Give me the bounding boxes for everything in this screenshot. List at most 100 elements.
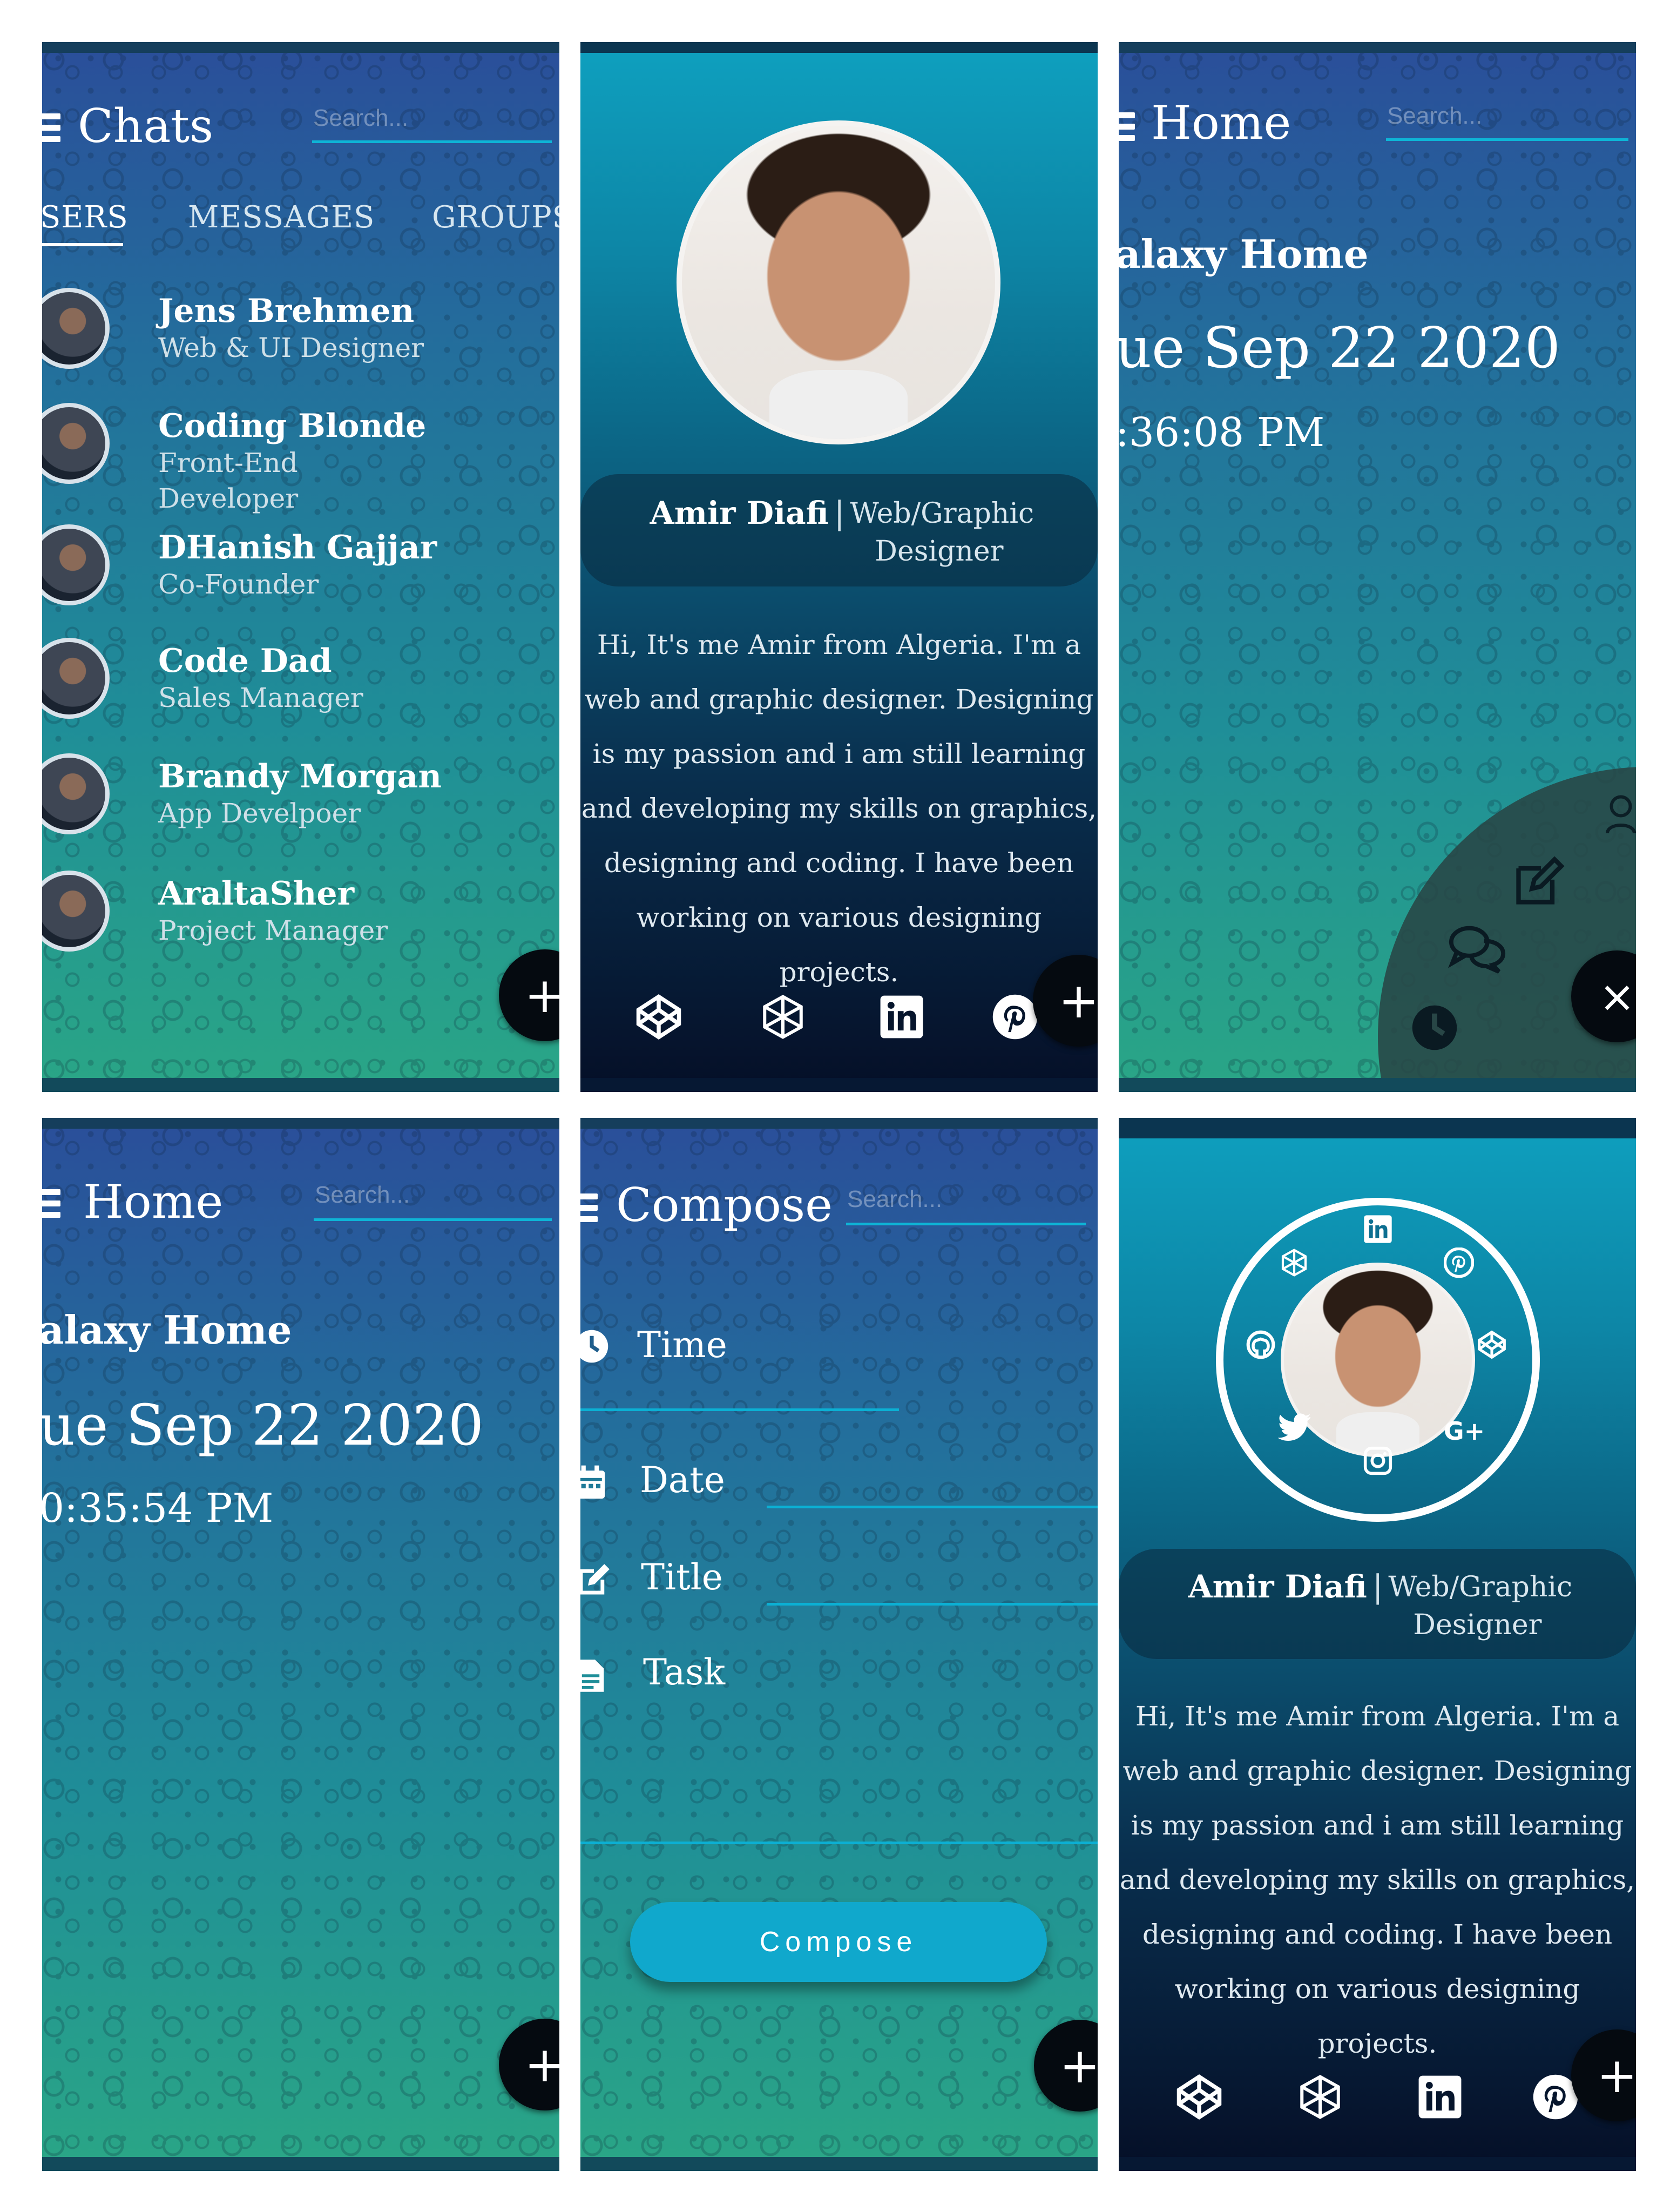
contact-item[interactable]: DHanish Gajjar Co-Founder	[42, 524, 559, 627]
contact-name: DHanish Gajjar	[158, 529, 437, 567]
chat-icon[interactable]	[1448, 921, 1507, 977]
github-icon[interactable]	[1242, 1330, 1280, 1367]
add-button[interactable]: +	[1034, 2020, 1098, 2112]
nav-bar	[580, 1078, 1098, 1092]
linkedin-icon[interactable]	[1410, 2067, 1470, 2127]
page-title: Chats	[78, 99, 214, 153]
contact-item[interactable]: Coding Blonde Front-End Developer	[42, 403, 559, 514]
contact-role: App Develpoer	[158, 798, 361, 829]
contact-role: Co-Founder	[158, 569, 319, 600]
status-bar	[42, 42, 559, 53]
home-time: 0:35:54 PM	[42, 1485, 274, 1532]
nav-bar	[42, 2157, 559, 2171]
pinterest-icon[interactable]	[1440, 1247, 1478, 1285]
status-bar	[1119, 42, 1636, 53]
profile-ring-screen: G+ Amir Diafi | Web/Graphic Designer Hi, I…	[1119, 1118, 1636, 2171]
google-plus-icon[interactable]: G+	[1440, 1412, 1489, 1450]
status-bar	[580, 1118, 1098, 1129]
avatar	[42, 638, 110, 719]
user-icon[interactable]	[1605, 793, 1636, 844]
date-field[interactable]	[767, 1506, 1098, 1508]
search-input[interactable]	[1386, 94, 1628, 141]
home-menu-screen: Home alaxy Home ue Sep 22 2020 :36:08 PM…	[1119, 42, 1636, 1092]
task-field[interactable]	[580, 1842, 1098, 1844]
menu-icon[interactable]	[1119, 112, 1135, 144]
menu-icon[interactable]	[42, 1189, 60, 1220]
profile-name-card: Amir Diafi | Web/Graphic Designer	[580, 474, 1098, 586]
tab-active-indicator	[42, 243, 123, 246]
add-button[interactable]: +	[499, 2019, 559, 2110]
twitter-icon[interactable]	[1275, 1412, 1313, 1450]
profile-role: Web/Graphic Designer	[850, 497, 1034, 568]
nav-bar	[1119, 2157, 1636, 2171]
hexagon-icon[interactable]	[1290, 2067, 1350, 2127]
contact-role: Web & UI Designer	[158, 332, 424, 363]
contact-role: Front-End Developer	[158, 447, 299, 514]
codepen-icon[interactable]	[1473, 1330, 1511, 1367]
calendar-icon	[580, 1465, 606, 1508]
contact-role: Project Manager	[158, 915, 388, 946]
menu-icon[interactable]	[42, 113, 60, 145]
profile-bio: Hi, It's me Amir from Algeria. I'm a web…	[1119, 1701, 1635, 2059]
time-field-label: Time	[637, 1324, 727, 1366]
codepen-icon[interactable]	[629, 987, 688, 1047]
tab-users[interactable]: SERS	[42, 200, 129, 235]
task-field-label: Task	[643, 1651, 726, 1693]
compose-screen: Compose Time Date Title Task Compose +	[580, 1118, 1098, 2171]
contact-item[interactable]: Jens Brehmen Web & UI Designer	[42, 288, 559, 390]
instagram-icon[interactable]	[1359, 1446, 1397, 1483]
search-input[interactable]	[846, 1176, 1086, 1225]
contact-item[interactable]: Code Dad Sales Manager	[42, 638, 559, 740]
date-field-label: Date	[640, 1459, 725, 1501]
home-heading: alaxy Home	[1119, 231, 1369, 277]
home-time: :36:08 PM	[1119, 409, 1325, 456]
profile-screen: Amir Diafi | Web/Graphic Designer Hi, It's…	[580, 42, 1098, 1092]
profile-name-card: Amir Diafi | Web/Graphic Designer	[1119, 1549, 1636, 1659]
title-field[interactable]	[767, 1603, 1098, 1606]
compose-button[interactable]: Compose	[630, 1902, 1047, 1982]
search-input[interactable]	[314, 1172, 552, 1221]
hexagon-icon[interactable]	[1275, 1247, 1313, 1285]
chats-screen: Chats SERS MESSAGES GROUPS Jens Brehmen …	[42, 42, 559, 1092]
profile-bio: Hi, It's me Amir from Algeria. I'm a web…	[581, 629, 1097, 988]
contact-name: AraltaSher	[158, 875, 355, 913]
page-title: Home	[1151, 96, 1291, 150]
menu-icon[interactable]	[580, 1193, 598, 1225]
contact-name: Brandy Morgan	[158, 758, 442, 795]
avatar	[42, 753, 110, 834]
nav-bar	[42, 1078, 559, 1092]
page-title: Home	[83, 1175, 224, 1229]
document-icon	[580, 1658, 605, 1702]
home-date: ue Sep 22 2020	[42, 1392, 484, 1458]
clock-icon	[580, 1328, 610, 1372]
contact-name: Coding Blonde	[158, 407, 427, 445]
profile-role: Web/Graphic Designer	[1388, 1571, 1573, 1641]
hexagon-icon[interactable]	[753, 987, 813, 1047]
contact-role: Sales Manager	[158, 682, 363, 713]
home-heading: alaxy Home	[42, 1307, 292, 1353]
home-screen: Home alaxy Home ue Sep 22 2020 0:35:54 P…	[42, 1118, 559, 2171]
avatar	[42, 403, 110, 484]
status-bar	[1119, 1118, 1636, 1138]
tab-groups[interactable]: GROUPS	[432, 200, 559, 235]
tab-messages[interactable]: MESSAGES	[188, 200, 375, 235]
search-input[interactable]	[312, 96, 552, 143]
contact-item[interactable]: AraltaSher Project Manager	[42, 871, 559, 973]
contact-name: Code Dad	[158, 642, 332, 680]
profile-name: Amir Diafi	[650, 495, 829, 531]
avatar	[42, 524, 110, 605]
linkedin-icon[interactable]	[1359, 1214, 1397, 1252]
contact-item[interactable]: Brandy Morgan App Develpoer	[42, 753, 559, 856]
codepen-icon[interactable]	[1169, 2067, 1229, 2127]
edit-icon	[580, 1562, 612, 1606]
nav-bar	[580, 2157, 1098, 2171]
status-bar	[580, 42, 1098, 53]
time-field[interactable]	[580, 1408, 899, 1411]
avatar	[42, 288, 110, 369]
page-title: Compose	[616, 1178, 833, 1232]
edit-icon[interactable]	[1512, 855, 1566, 911]
profile-photo	[677, 120, 1000, 444]
contact-name: Jens Brehmen	[158, 292, 415, 330]
clock-icon[interactable]	[1410, 1003, 1459, 1054]
linkedin-icon[interactable]	[872, 987, 931, 1047]
